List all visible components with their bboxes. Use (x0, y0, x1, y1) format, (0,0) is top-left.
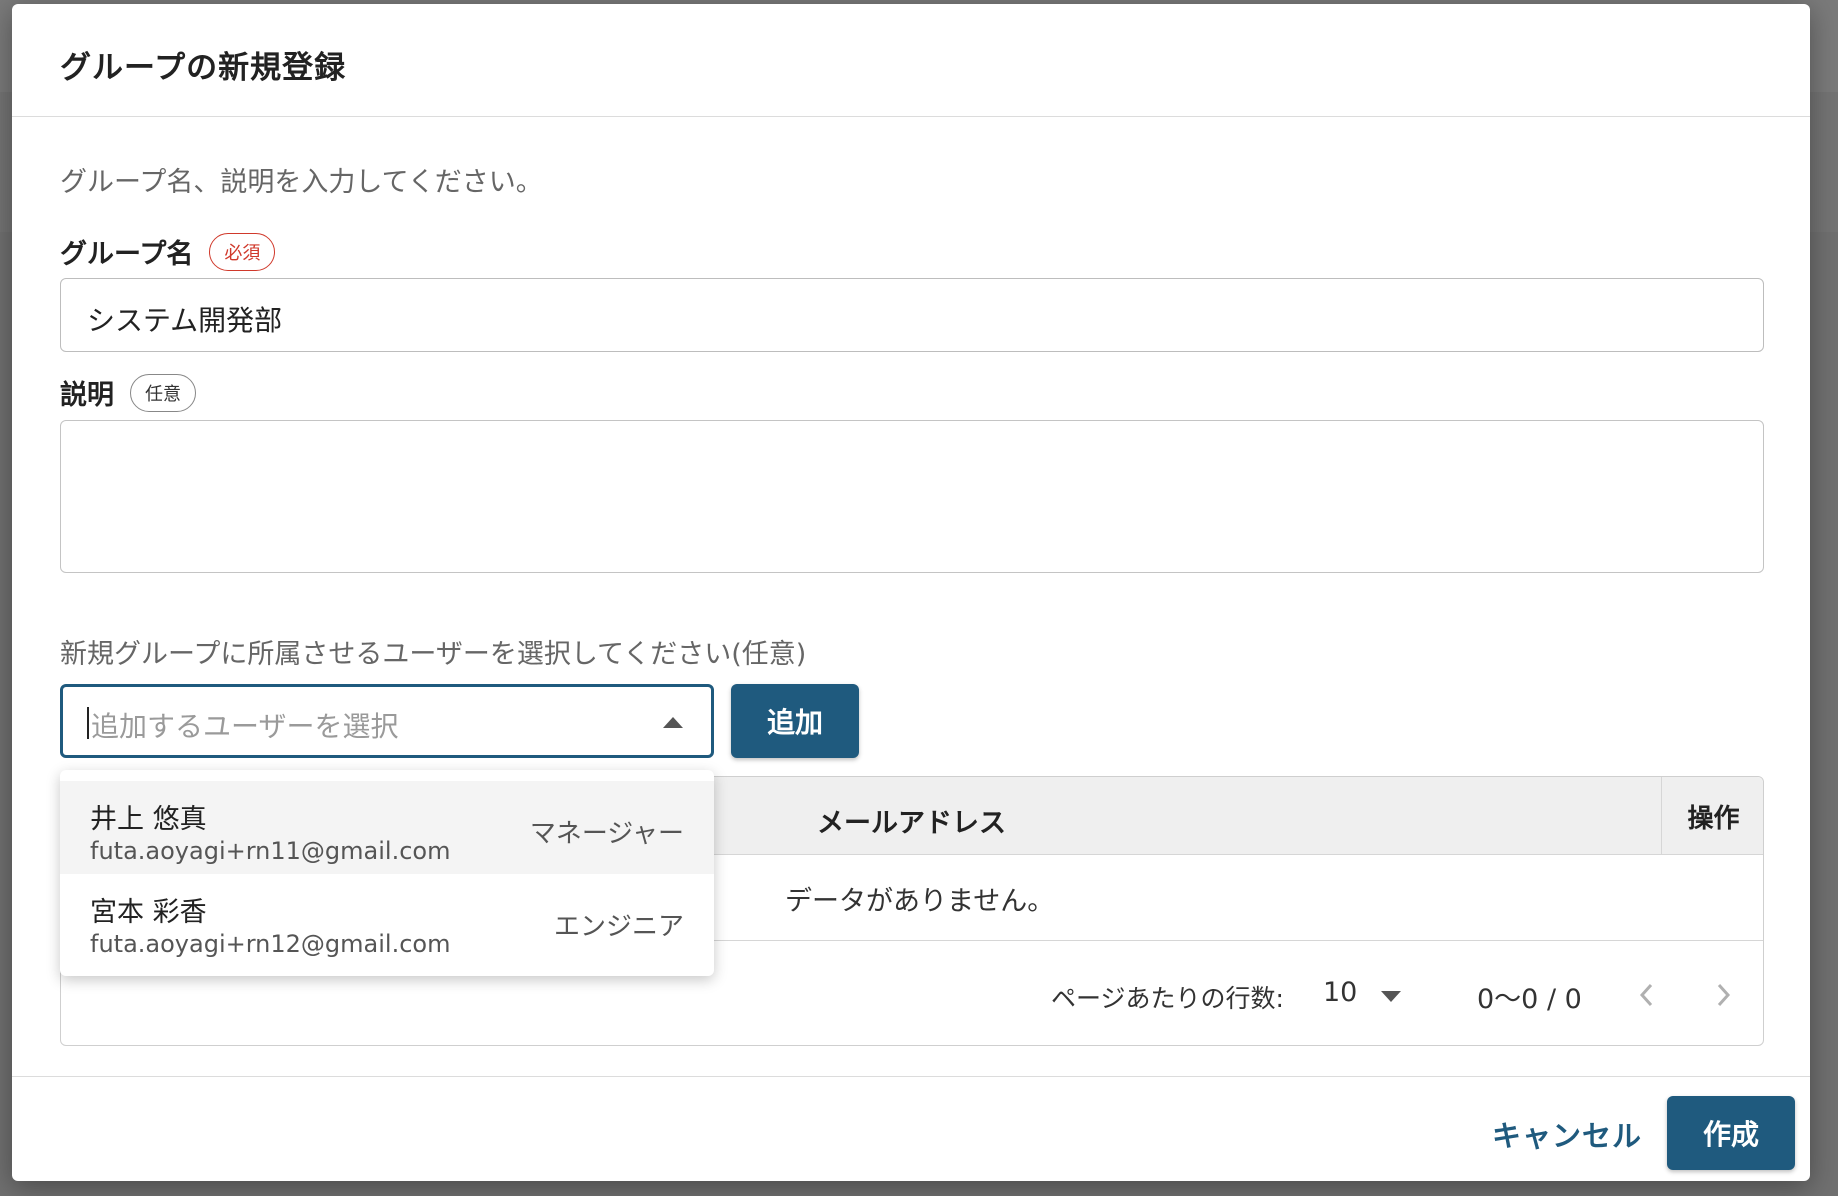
create-button[interactable]: 作成 (1667, 1096, 1795, 1170)
next-page-button[interactable] (1703, 975, 1743, 1015)
chevron-right-icon (1717, 983, 1731, 1007)
user-option[interactable]: 井上 悠真 futa.aoyagi+rn11@gmail.com マネージャー (60, 781, 714, 874)
chevron-down-icon[interactable] (1381, 991, 1401, 1002)
rows-per-page-select[interactable]: 10 (1323, 977, 1357, 1008)
group-create-dialog: グループの新規登録 グループ名、説明を入力してください。 グループ名 必須 シス… (12, 4, 1810, 1181)
member-section-label: 新規グループに所属させるユーザーを選択してください(任意) (60, 639, 807, 670)
user-option[interactable]: 宮本 彩香 futa.aoyagi+rn12@gmail.com エンジニア (60, 874, 714, 967)
group-name-input[interactable]: システム開発部 (60, 278, 1764, 352)
previous-page-button[interactable] (1627, 975, 1667, 1015)
dialog-footer: キャンセル 作成 (12, 1076, 1810, 1181)
chevron-up-icon[interactable] (663, 717, 683, 728)
group-name-label-text: グループ名 (60, 239, 194, 270)
user-option-name: 井上 悠真 (90, 804, 207, 835)
user-select-combobox[interactable]: 追加するユーザーを選択 (60, 684, 714, 758)
user-option-role: マネージャー (529, 819, 684, 849)
user-option-email: futa.aoyagi+rn12@gmail.com (90, 930, 451, 958)
user-option-name: 宮本 彩香 (90, 897, 207, 928)
group-name-label: グループ名 必須 (60, 232, 276, 271)
column-header-actions: 操作 (1661, 777, 1765, 855)
optional-badge: 任意 (130, 373, 196, 412)
user-option-email: futa.aoyagi+rn11@gmail.com (90, 837, 451, 865)
user-select-placeholder: 追加するユーザーを選択 (91, 710, 399, 743)
description-textarea[interactable] (60, 420, 1764, 573)
chevron-left-icon (1639, 983, 1653, 1007)
rows-per-page-label: ページあたりの行数: (1051, 984, 1284, 1013)
user-select-dropdown: 井上 悠真 futa.aoyagi+rn11@gmail.com マネージャー … (60, 770, 714, 976)
text-cursor (87, 707, 89, 739)
required-badge: 必須 (209, 232, 276, 271)
dialog-header: グループの新規登録 (12, 4, 1810, 117)
user-option-role: エンジニア (553, 912, 684, 942)
add-user-button[interactable]: 追加 (731, 684, 859, 758)
cancel-button[interactable]: キャンセル (1492, 1113, 1642, 1155)
group-name-value: システム開発部 (87, 304, 283, 337)
dialog-instruction: グループ名、説明を入力してください。 (60, 167, 543, 198)
column-header-email[interactable]: メールアドレス (817, 801, 1006, 840)
dialog-title: グループの新規登録 (60, 50, 347, 86)
pagination-range: 0〜0 / 0 (1477, 984, 1582, 1015)
empty-message: データがありません。 (785, 886, 1055, 917)
description-label: 説明 任意 (60, 373, 196, 412)
description-label-text: 説明 (60, 380, 114, 411)
